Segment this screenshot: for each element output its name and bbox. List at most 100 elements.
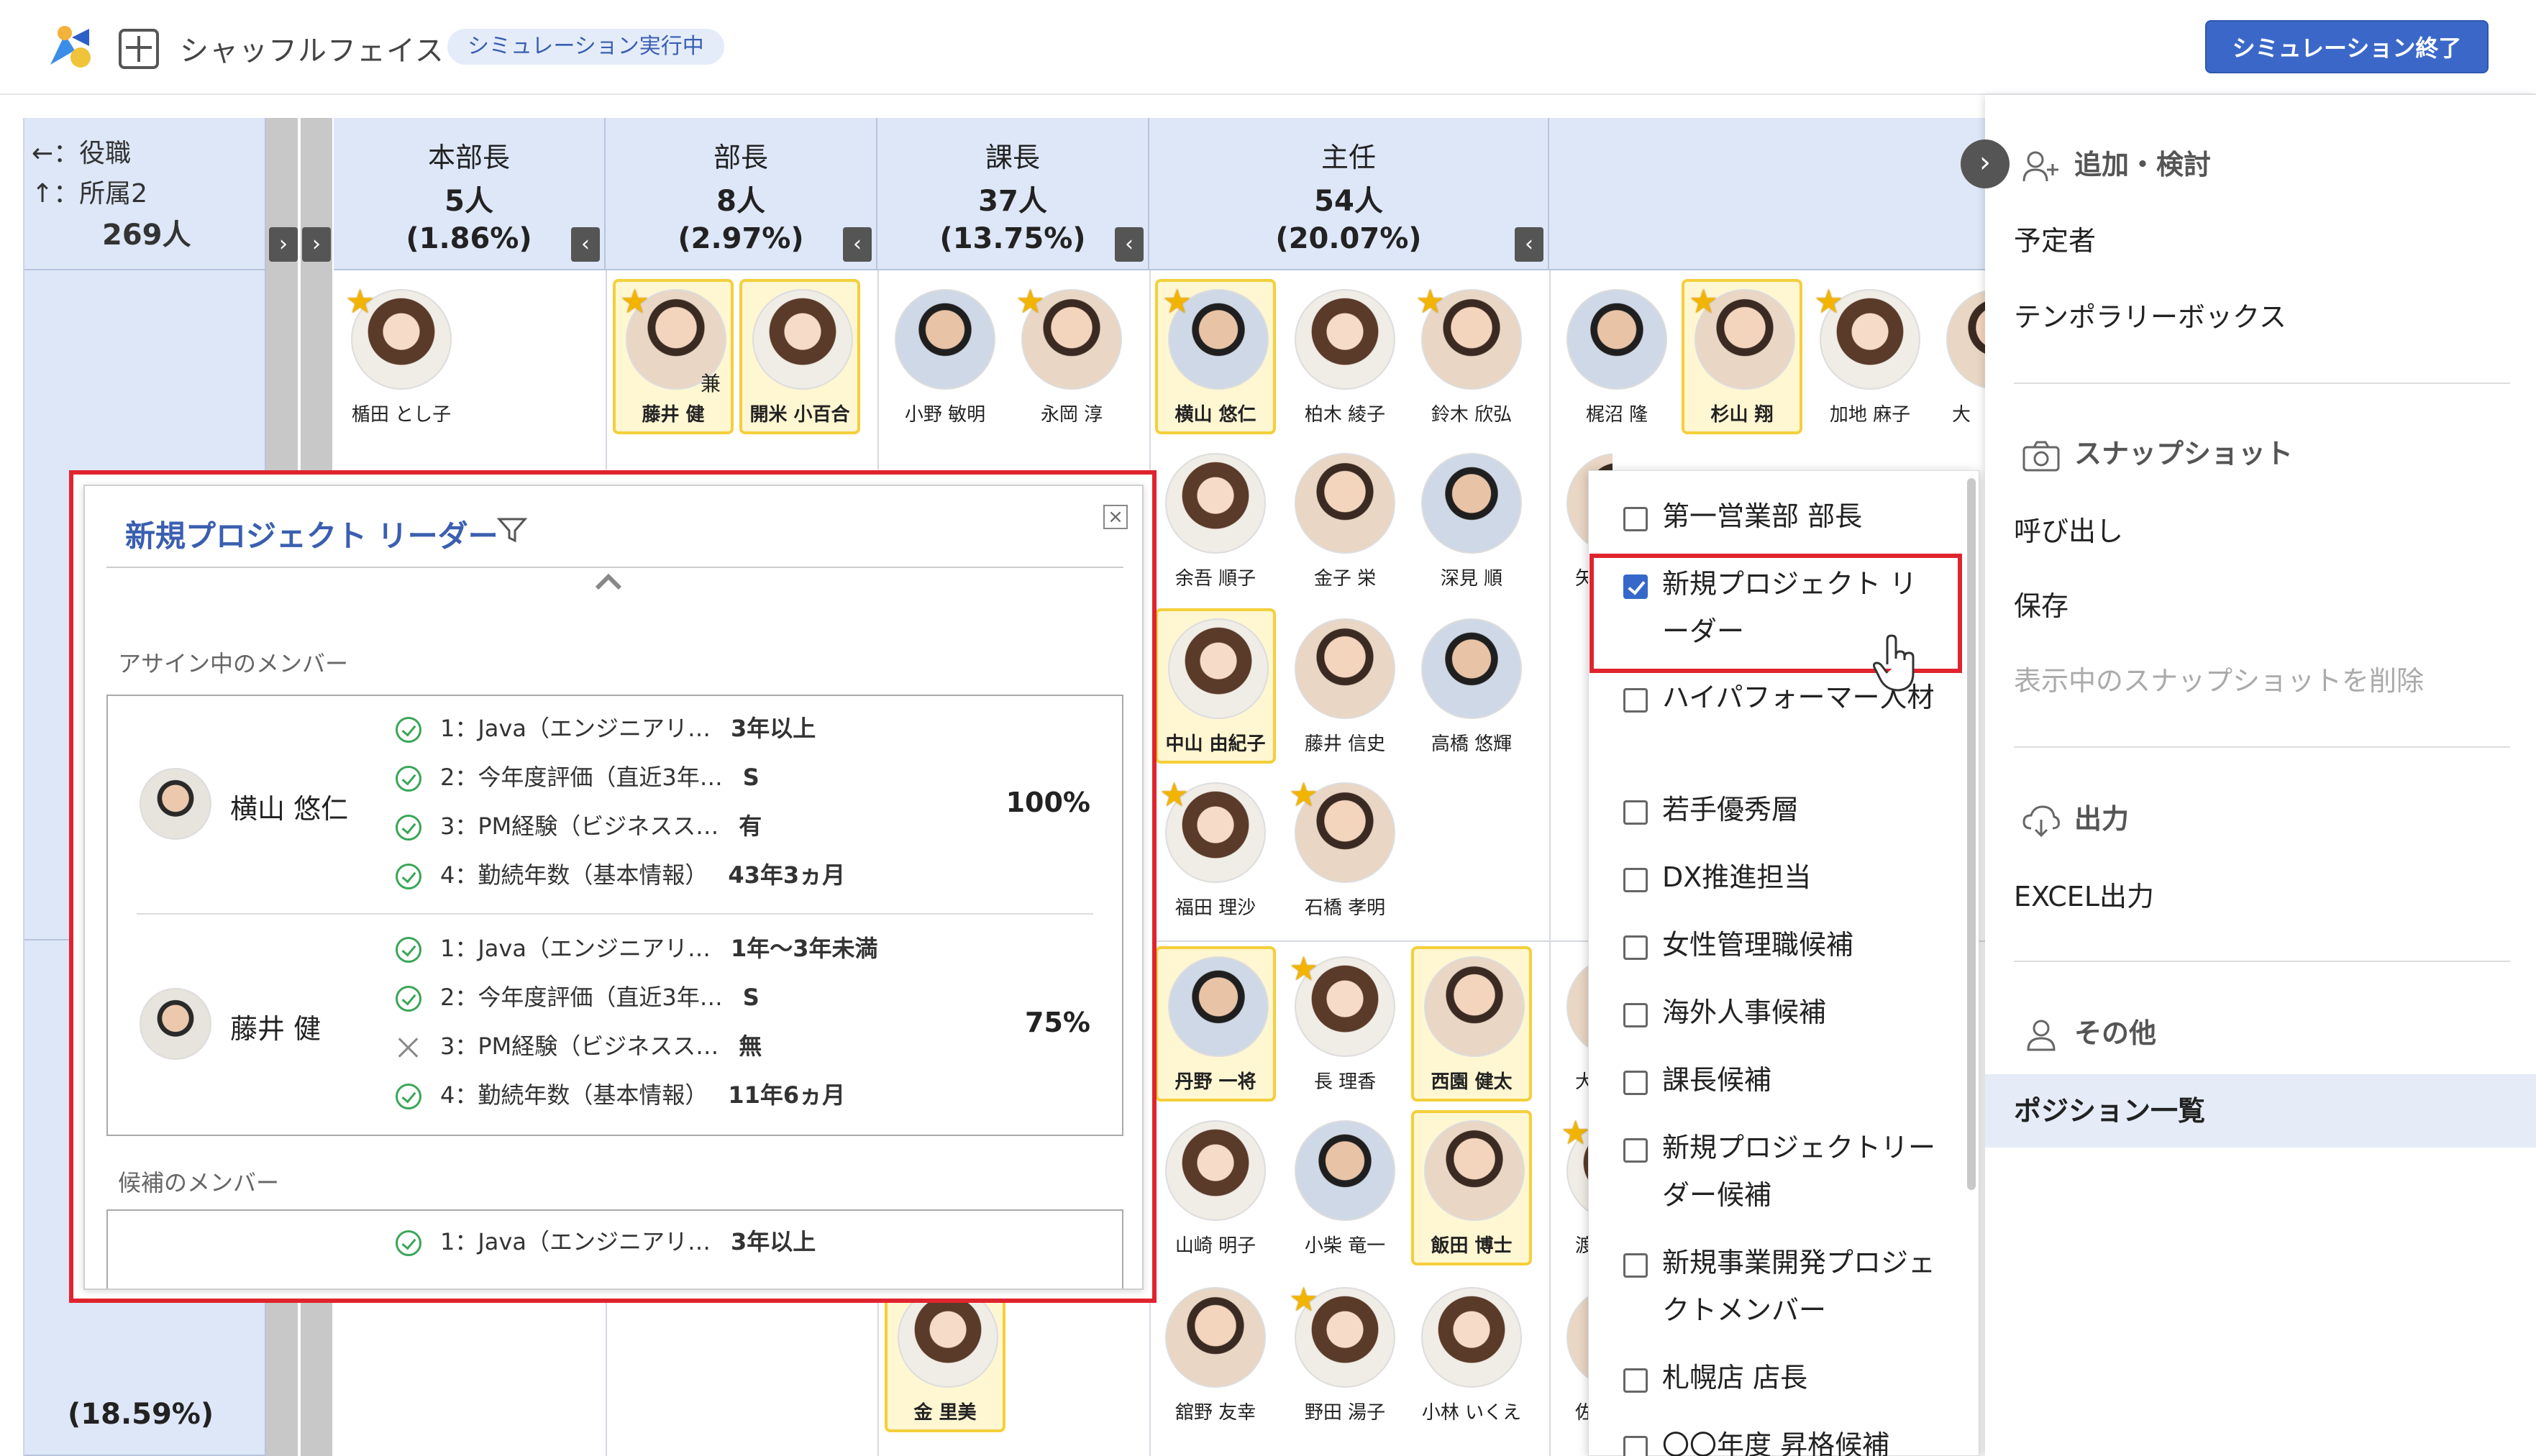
member-row[interactable]: 横山 悠仁 1：Java（エンジニアリ… 3年以上 2：今年度評価（直近3年… S … [108,696,1122,912]
person-card[interactable]: 開米 小百合 [739,279,860,434]
avatar [1295,453,1395,554]
close-icon[interactable]: × [1103,505,1128,529]
dropdown-option[interactable]: 若手優秀層 [1623,786,1940,833]
person-name: 小林 いくえ [1421,1402,1522,1424]
expand-column-button[interactable]: › [269,227,298,262]
person-card[interactable]: 藤井 信史 [1285,611,1405,766]
column-header: 主任 54人 (20.07%) [1149,118,1549,270]
check-circle-icon [396,815,421,841]
menu-item-scheduled[interactable]: 予定者 [2014,219,2096,258]
grid-corner: ←：役職 ↑：所属2 269人 [24,118,266,270]
person-card[interactable]: ★ 兼 藤井 健 [613,279,734,434]
person-card[interactable]: 柏木 綾子 [1285,282,1405,437]
criterion-label: 3：PM経験（ビジネスス… [440,812,719,840]
person-name: 福田 理沙 [1175,897,1256,919]
menu-item-excel-export[interactable]: EXCEL出力 [2014,874,2154,914]
shuffle-app-icon[interactable] [119,29,159,69]
section-title: 出力 [2074,803,2130,835]
column-header: 課長 37人 (13.75%) [877,118,1149,270]
option-label: 海外人事候補 [1662,997,1827,1028]
checkbox[interactable] [1623,688,1648,713]
avatar [1421,1287,1522,1388]
person-card[interactable]: ★ 加地 麻子 [1810,282,1930,437]
person-card[interactable]: 大 [1936,282,1987,437]
person-card[interactable]: 舘野 友幸 [1155,1280,1276,1435]
person-card[interactable]: ★ 鈴木 欣弘 [1411,282,1532,437]
person-card[interactable]: 金子 栄 [1285,446,1405,601]
collapse-column-button[interactable]: ‹ [571,227,600,262]
person-card[interactable]: ★ 野田 湯子 [1285,1280,1405,1435]
checkbox[interactable] [1623,1253,1648,1278]
checkbox[interactable] [1623,1071,1648,1095]
member-row[interactable]: 藤井 健 1：Java（エンジニアリ… 1年～3年未満 2：今年度評価（直近3年…… [108,916,1122,1132]
checkbox[interactable] [1623,800,1648,825]
checkbox[interactable] [1623,1368,1648,1393]
star-icon: ★ [1289,1280,1319,1319]
checkbox[interactable] [1623,868,1648,892]
person-card[interactable]: ★ 永岡 淳 [1011,282,1132,437]
person-card[interactable]: 高橋 悠輝 [1411,611,1532,766]
right-side-panel: › 追加・検討 予定者 テンポラリーボックス スナップショット 呼び出し 保存 … [1961,95,2536,1456]
person-card[interactable]: 山崎 明子 [1155,1113,1276,1268]
expand-column-button[interactable]: › [302,227,331,262]
avatar [1165,453,1266,554]
criterion-row: 2：今年度評価（直近3年… S [396,979,760,1022]
person-card[interactable]: 梶沼 隆 [1556,282,1677,437]
person-card[interactable]: ★ 杉山 翔 [1682,279,1802,434]
end-simulation-button[interactable]: シミュレーション終了 [2205,20,2489,73]
menu-item-temporary-box[interactable]: テンポラリーボックス [2014,295,2286,334]
dropdown-option[interactable]: 〇〇年度 昇格候補 [1623,1421,1940,1456]
menu-item-position-list[interactable]: ポジション一覧 [1985,1074,2536,1148]
person-card[interactable]: 小林 いくえ [1411,1280,1532,1435]
person-card[interactable]: ★ 楯田 とし子 [341,282,462,437]
dropdown-option[interactable]: 第一営業部 部長 [1623,493,1940,540]
person-card[interactable]: 深見 順 [1411,446,1532,601]
person-card[interactable]: 小野 敏明 [885,282,1005,437]
criterion-row: 4：勤続年数（基本情報） 43年3ヵ月 [396,857,845,900]
menu-item-load-snapshot[interactable]: 呼び出し [2014,509,2123,549]
person-card[interactable]: 中山 由紀子 [1155,608,1276,764]
person-card[interactable]: ★ 横山 悠仁 [1155,279,1276,434]
person-card[interactable]: 西園 健太 [1411,946,1532,1102]
filter-icon[interactable] [496,513,528,545]
star-icon: ★ [1689,282,1719,321]
option-label: 女性管理職候補 [1662,929,1854,961]
collapse-column-button[interactable]: ‹ [1515,227,1543,262]
dropdown-option[interactable]: 新規事業開発プロジェクトメンバー [1623,1239,1940,1334]
star-icon: ★ [1289,949,1319,988]
person-card[interactable]: ★ 福田 理沙 [1155,775,1276,930]
collapse-panel-button[interactable]: › [1961,139,2010,188]
checkbox[interactable] [1623,1003,1648,1027]
section-title: スナップショット [2074,438,2294,470]
collapse-column-button[interactable]: ‹ [1115,227,1144,262]
criterion-value: 無 [739,1033,762,1060]
dropdown-option[interactable]: 新規プロジェクトリーダー候補 [1623,1124,1940,1219]
checkbox[interactable] [1623,1436,1648,1456]
person-card[interactable]: 丹野 一将 [1155,946,1276,1102]
checkbox[interactable] [1623,935,1648,960]
scrollbar[interactable] [1967,478,1976,1190]
person-name: 西園 健太 [1431,1071,1513,1093]
person-card[interactable]: ★ 石橋 孝明 [1285,775,1405,930]
criterion-label: 1：Java（エンジニアリ… [440,1228,711,1255]
menu-item-save-snapshot[interactable]: 保存 [2014,584,2069,623]
checkbox[interactable] [1623,1138,1648,1163]
member-name: 藤井 健 [230,1013,321,1045]
person-card[interactable]: 小柴 竜一 [1285,1113,1405,1268]
chevron-up-icon[interactable] [593,571,624,592]
dropdown-option[interactable]: DX推進担当 [1623,853,1940,901]
checkbox[interactable] [1623,507,1648,531]
criterion-value: 3年以上 [730,715,816,742]
collapse-column-button[interactable]: ‹ [843,227,872,262]
person-card[interactable]: 余吾 順子 [1155,446,1276,601]
column-pct: (2.97%) [678,222,804,255]
section-title: その他 [2074,1017,2157,1049]
menu-item-delete-snapshot[interactable]: 表示中のスナップショットを削除 [2014,659,2424,698]
criterion-value: 11年6ヵ月 [728,1081,846,1109]
dropdown-option[interactable]: 札幌店 店長 [1623,1354,1940,1401]
person-card[interactable]: 飯田 博士 [1411,1110,1532,1265]
dropdown-option[interactable]: 海外人事候補 [1623,989,1940,1036]
dropdown-option[interactable]: 女性管理職候補 [1623,921,1940,969]
person-card[interactable]: ★ 長 理香 [1285,949,1405,1104]
dropdown-option[interactable]: 課長候補 [1623,1056,1940,1104]
